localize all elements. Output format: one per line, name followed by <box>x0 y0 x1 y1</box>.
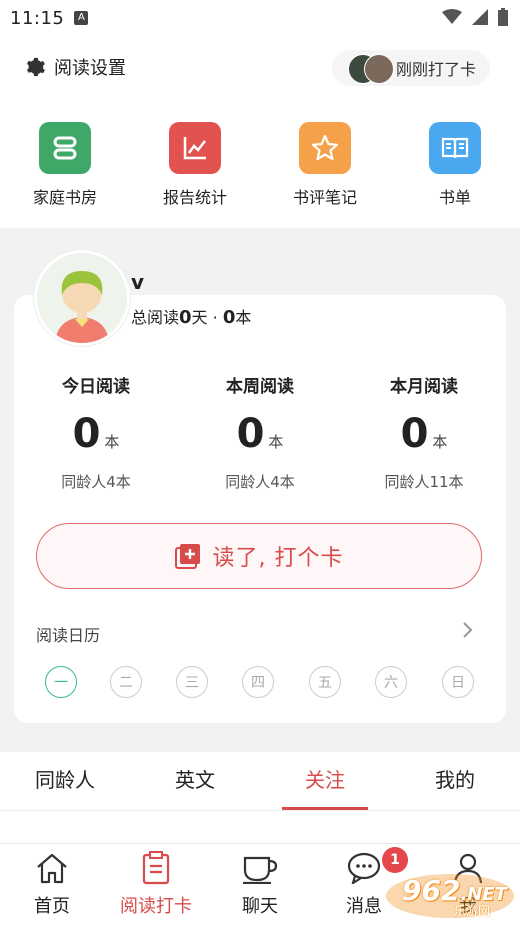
days-unit: 天 · <box>191 308 223 327</box>
reading-card <box>14 295 506 723</box>
stat-peer: 同龄人4本 <box>61 473 131 491</box>
chevron-right-icon[interactable] <box>462 620 474 640</box>
status-bar: 11:15 A <box>0 0 520 36</box>
stat-value: 0 <box>400 411 429 457</box>
stat-unit: 本 <box>432 433 448 451</box>
wifi-icon <box>442 9 462 24</box>
stat-title: 今日阅读 <box>62 377 130 397</box>
top-header: 阅读设置 刚刚打了卡 <box>0 36 520 100</box>
stat-value: 0 <box>236 411 265 457</box>
recent-checkin-label: 刚刚打了卡 <box>395 60 476 79</box>
reading-settings-button[interactable]: 阅读设置 <box>24 54 126 80</box>
calendar-day[interactable]: 二 <box>110 666 142 698</box>
quick-action-label: 书单 <box>438 188 471 207</box>
books-unit: 本 <box>235 308 252 327</box>
watermark-subtext: 乐游网 <box>454 904 491 918</box>
keyboard-indicator-icon: A <box>74 11 89 25</box>
quick-action-report[interactable]: 报告统计 <box>140 122 250 208</box>
status-time: 11:15 <box>10 7 65 29</box>
message-icon <box>347 852 381 884</box>
open-book-icon <box>429 122 481 174</box>
tab-peers[interactable]: 同龄人 <box>0 752 130 810</box>
message-badge: 1 <box>382 847 408 873</box>
quick-action-review-notes[interactable]: 书评笔记 <box>270 122 380 208</box>
user-name: v <box>131 270 145 294</box>
recent-checkin-pill[interactable]: 刚刚打了卡 <box>331 50 490 86</box>
avatar-illustration <box>37 253 127 343</box>
stat-peer: 同龄人11本 <box>384 473 464 491</box>
punch-in-label: 读了, 打个卡 <box>212 546 344 571</box>
avatar <box>363 54 394 84</box>
stat-today: 今日阅读 0本 同龄人4本 <box>14 372 178 492</box>
reading-calendar-title: 阅读日历 <box>36 626 101 645</box>
stat-unit: 本 <box>268 433 284 451</box>
quick-action-booklist[interactable]: 书单 <box>400 122 510 208</box>
feed-content <box>0 811 520 843</box>
stat-month: 本月阅读 0本 同龄人11本 <box>342 372 506 492</box>
bookshelf-icon <box>39 122 91 174</box>
tab-mine[interactable]: 我的 <box>390 752 520 810</box>
cup-icon <box>243 856 278 884</box>
total-prefix: 总阅读 <box>131 308 180 327</box>
tab-following[interactable]: 关注 <box>260 752 390 810</box>
add-note-icon <box>174 544 200 569</box>
user-total-reading: 总阅读0天 · 0本 <box>131 304 251 328</box>
stat-title: 本月阅读 <box>390 377 458 397</box>
nav-chat[interactable]: 聊天 <box>208 850 312 918</box>
quick-action-label: 家庭书房 <box>32 188 97 207</box>
battery-icon <box>498 8 508 26</box>
chart-line-icon <box>169 122 221 174</box>
star-icon <box>299 122 351 174</box>
calendar-day[interactable]: 日 <box>442 666 474 698</box>
calendar-day[interactable]: 四 <box>242 666 274 698</box>
signal-icon <box>472 9 488 25</box>
quick-actions: 家庭书房 报告统计 书评笔记 书单 <box>0 100 520 228</box>
reading-settings-label: 阅读设置 <box>54 58 126 79</box>
calendar-day[interactable]: 三 <box>176 666 208 698</box>
stat-peer: 同龄人4本 <box>225 473 295 491</box>
nav-label: 阅读打卡 <box>120 896 192 917</box>
total-books: 0 <box>222 307 236 328</box>
reading-card-icon <box>142 851 170 885</box>
active-tab-indicator <box>282 807 368 810</box>
tab-english[interactable]: 英文 <box>130 752 260 810</box>
user-avatar[interactable] <box>34 250 130 346</box>
nav-label: 聊天 <box>242 896 278 917</box>
quick-action-family-study[interactable]: 家庭书房 <box>10 122 120 208</box>
calendar-week: 一 二 三 四 五 六 日 <box>36 666 484 702</box>
gear-icon <box>26 57 45 77</box>
total-days: 0 <box>179 307 192 328</box>
calendar-day[interactable]: 一 <box>45 666 77 698</box>
checkin-avatars <box>347 53 394 84</box>
reading-stats: 今日阅读 0本 同龄人4本 本周阅读 0本 同龄人4本 本月阅读 0本 同龄人1… <box>14 372 506 502</box>
calendar-day[interactable]: 五 <box>309 666 341 698</box>
punch-in-button[interactable]: 读了, 打个卡 <box>36 523 482 589</box>
stat-value: 0 <box>72 411 101 457</box>
quick-action-label: 报告统计 <box>162 188 227 207</box>
nav-home[interactable]: 首页 <box>0 850 104 918</box>
feed-tabs: 同龄人 英文 关注 我的 <box>0 752 520 811</box>
stat-week: 本周阅读 0本 同龄人4本 <box>178 372 342 492</box>
quick-action-label: 书评笔记 <box>292 188 357 207</box>
stat-unit: 本 <box>104 433 120 451</box>
nav-reading-checkin[interactable]: 阅读打卡 <box>104 850 208 918</box>
calendar-day[interactable]: 六 <box>375 666 407 698</box>
home-icon <box>37 853 67 884</box>
stat-title: 本周阅读 <box>226 377 294 397</box>
nav-label: 首页 <box>34 896 70 917</box>
status-icons <box>442 8 508 26</box>
